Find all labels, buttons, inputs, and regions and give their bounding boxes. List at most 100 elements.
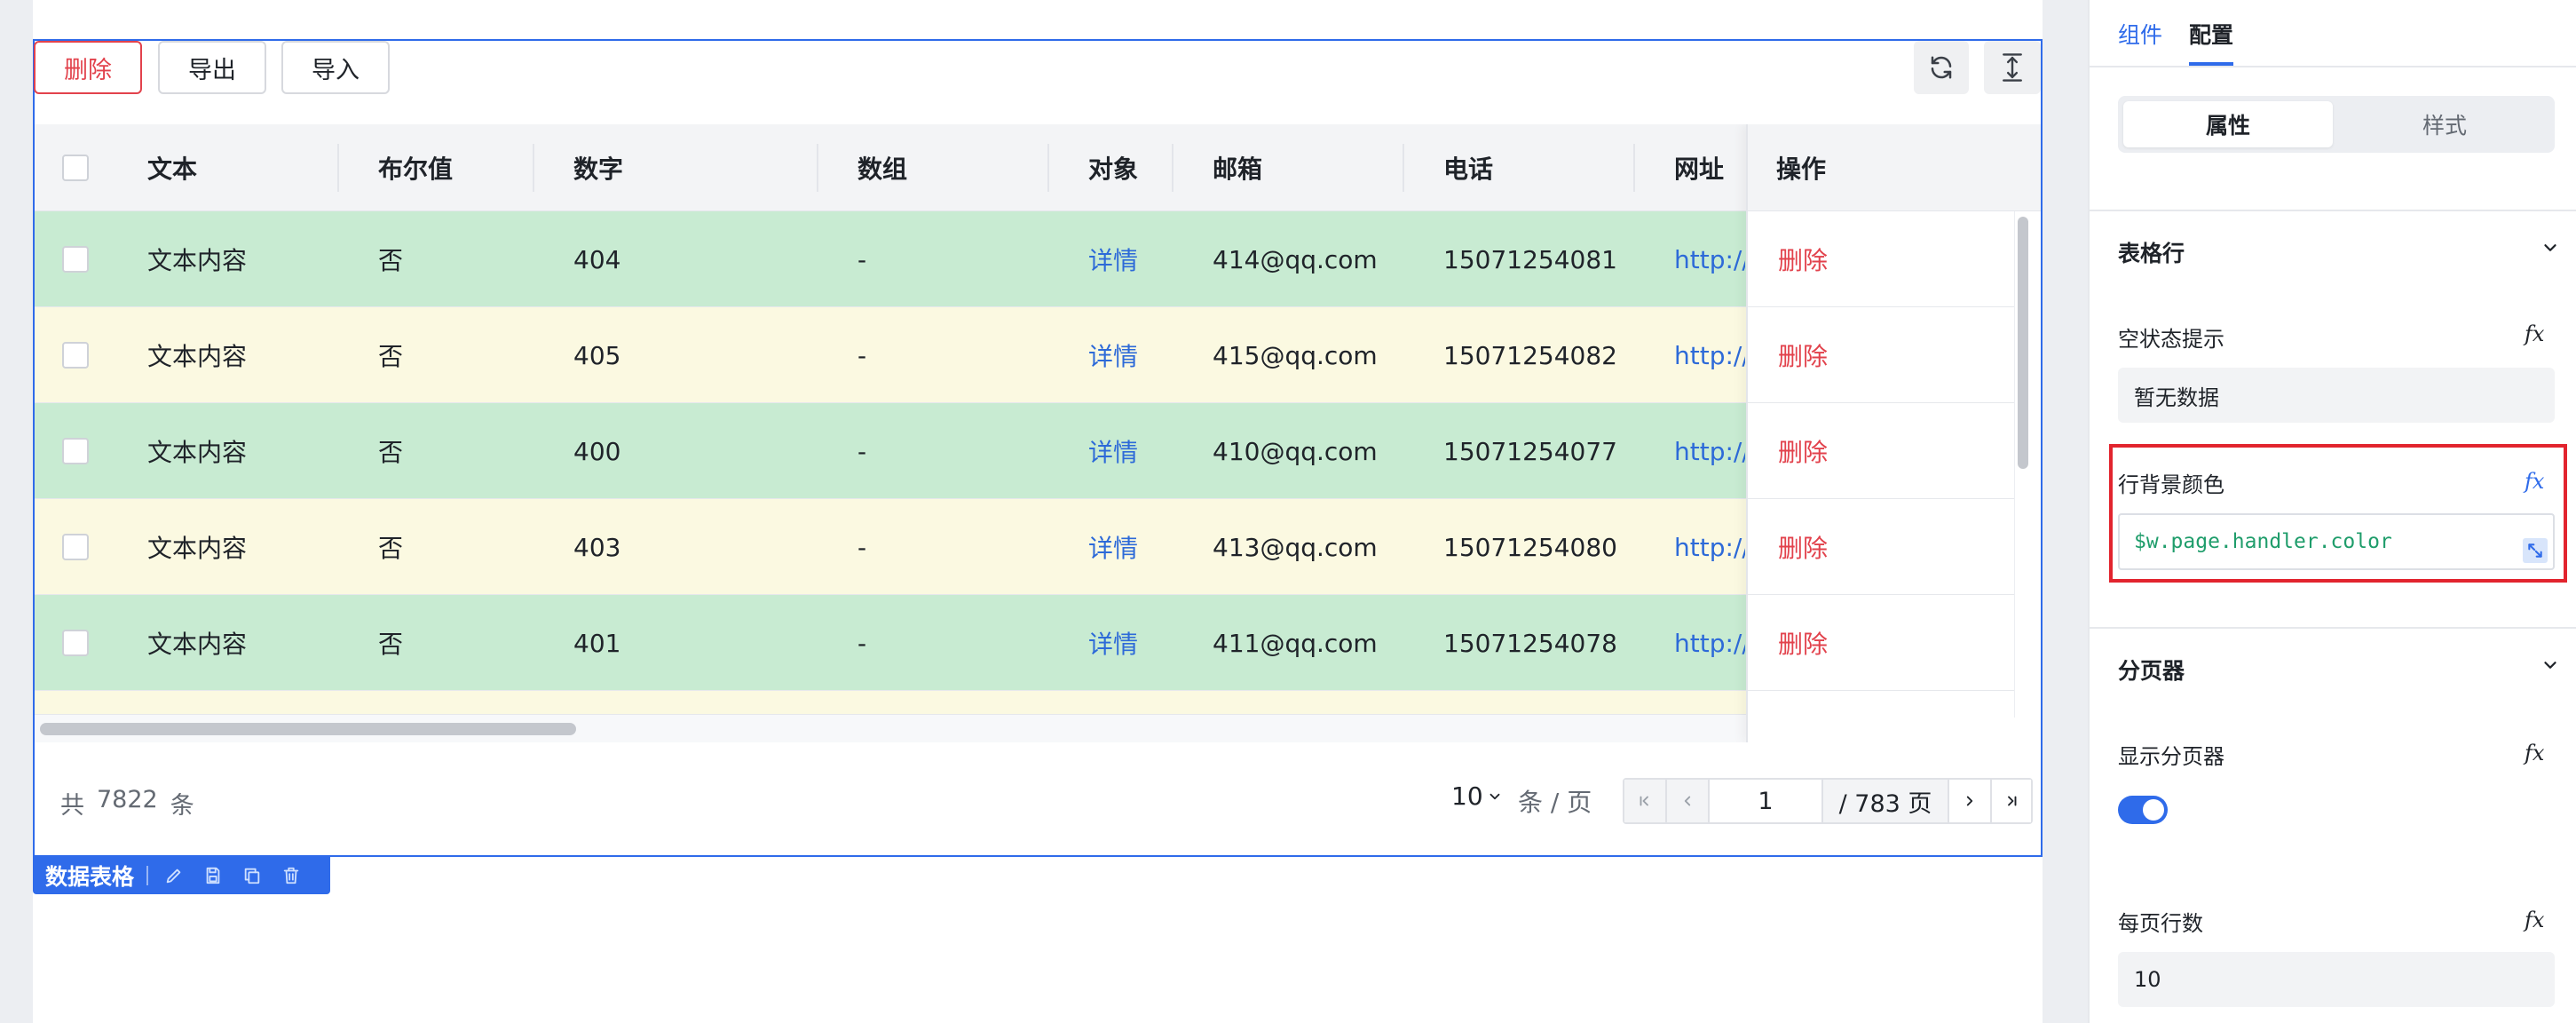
table-row[interactable]: 文本内容 否 401 - 详情 411@qq.com 15071254078 http://c: [35, 595, 2041, 691]
column-resizer[interactable]: [533, 144, 534, 192]
attribute-style-switch: 属性 样式: [2118, 96, 2555, 153]
section-title-table-row[interactable]: 表格行: [2118, 236, 2185, 268]
data-table: 文本 布尔值 数字 数组 对象 邮箱 电话 网址 文本内容否 404- 详情 414@…: [35, 124, 2041, 742]
table-row[interactable]: 文本内容 否 400 - 详情 410@qq.com 15071254077 http://c: [35, 403, 2041, 499]
cell-array: -: [857, 436, 867, 466]
fx-icon[interactable]: fx: [2525, 741, 2544, 765]
column-header-phone[interactable]: 电话: [1443, 124, 1493, 211]
column-resizer[interactable]: [337, 144, 339, 192]
last-page-button[interactable]: [1992, 780, 2031, 822]
cell-object-detail-link[interactable]: 详情: [1088, 211, 1138, 307]
table-row[interactable]: 文本内容 否 405 - 详情 415@qq.com 15071254082 http://c: [35, 307, 2041, 403]
row-height-button[interactable]: [1984, 41, 2041, 94]
column-resizer[interactable]: [1633, 144, 1635, 192]
copy-icon[interactable]: [239, 862, 265, 889]
row-delete-link[interactable]: 删除: [1748, 499, 2014, 595]
table-row[interactable]: 文本内容 否 404 - 详情 414@qq.com 15071254081 http://c: [35, 211, 2041, 307]
cell-object-detail-link[interactable]: 详情: [1088, 307, 1138, 403]
row-delete-link[interactable]: 删除: [1748, 211, 2014, 307]
column-resizer[interactable]: [1403, 144, 1404, 192]
show-pager-toggle[interactable]: [2118, 796, 2168, 824]
section-title-pagination[interactable]: 分页器: [2118, 654, 2185, 686]
page-size-unit: 条 / 页: [1518, 788, 1592, 817]
chevron-down-icon[interactable]: [2540, 238, 2560, 258]
chevron-down-icon: [1489, 793, 1500, 799]
column-header-bool[interactable]: 布尔值: [378, 124, 453, 211]
expand-editor-icon[interactable]: [2523, 538, 2548, 563]
row-checkbox[interactable]: [62, 534, 89, 560]
fx-icon[interactable]: fx: [2525, 321, 2544, 346]
component-tag: 数据表格: [33, 857, 330, 894]
fx-icon[interactable]: fx: [2525, 908, 2544, 932]
column-header-object[interactable]: 对象: [1088, 124, 1138, 211]
rows-per-page-input[interactable]: 10: [2118, 952, 2555, 1007]
cell-number: 400: [573, 436, 621, 466]
import-button[interactable]: 导入: [281, 41, 390, 94]
column-header-url[interactable]: 网址: [1674, 124, 1724, 211]
row-delete-link[interactable]: 删除: [1748, 307, 2014, 403]
prev-page-button[interactable]: [1667, 780, 1710, 822]
cell-array: -: [857, 532, 867, 562]
column-header-number[interactable]: 数字: [573, 124, 623, 211]
edit-icon[interactable]: [161, 862, 187, 889]
cell-url-link[interactable]: http://c: [1674, 499, 1745, 595]
section-divider: [2090, 627, 2576, 629]
cell-url-link[interactable]: http://c: [1674, 403, 1745, 499]
empty-hint-input[interactable]: 暂无数据: [2118, 368, 2555, 423]
section-divider: [2090, 210, 2576, 211]
row-delete-link[interactable]: 删除: [1748, 403, 2014, 499]
save-icon[interactable]: [200, 862, 226, 889]
row-delete-link[interactable]: 删除: [1748, 595, 2014, 691]
cell-text: 文本内容: [147, 630, 248, 659]
row-delete-link[interactable]: [1748, 691, 2014, 742]
refresh-button[interactable]: [1914, 41, 1969, 94]
page-size-select[interactable]: 10: [1451, 781, 1503, 811]
tab-config[interactable]: 配置: [2189, 18, 2233, 50]
operations-column: 操作 删除 删除 删除 删除 删除: [1746, 124, 2041, 742]
chevron-down-icon[interactable]: [2540, 655, 2560, 675]
cell-object-detail-link[interactable]: 详情: [1088, 499, 1138, 595]
select-all-checkbox[interactable]: [62, 155, 89, 181]
export-button[interactable]: 导出: [158, 41, 266, 94]
segment-attributes[interactable]: 属性: [2123, 101, 2333, 147]
cell-url-link[interactable]: http://c: [1674, 307, 1745, 403]
cell-number: 403: [573, 532, 621, 562]
current-page-input[interactable]: 1: [1710, 780, 1823, 822]
table-row[interactable]: 文本内容 否 403 - 详情 413@qq.com 15071254080 http://c: [35, 499, 2041, 595]
delete-button[interactable]: 删除: [34, 41, 142, 94]
fx-icon-active[interactable]: fx: [2525, 469, 2544, 494]
column-resizer[interactable]: [1172, 144, 1173, 192]
cell-array: -: [857, 628, 867, 658]
column-header-array[interactable]: 数组: [857, 124, 907, 211]
segment-style[interactable]: 样式: [2340, 101, 2549, 147]
row-bg-color-expression-input[interactable]: $w.page.handler.color: [2118, 513, 2555, 570]
cell-email: 414@qq.com: [1213, 244, 1378, 274]
vertical-scroll-thumb[interactable]: [2018, 217, 2028, 469]
column-resizer[interactable]: [1047, 144, 1049, 192]
cell-text: 文本内容: [147, 534, 248, 563]
row-checkbox[interactable]: [62, 438, 89, 464]
expression-text: $w.page.handler.color: [2134, 530, 2392, 553]
trash-icon[interactable]: [278, 862, 304, 889]
total-count: 7822: [97, 786, 158, 813]
row-checkbox[interactable]: [62, 246, 89, 273]
row-checkbox[interactable]: [62, 342, 89, 369]
first-page-button[interactable]: [1624, 780, 1667, 822]
cell-object-detail-link[interactable]: 详情: [1088, 595, 1138, 691]
horizontal-scroll-thumb[interactable]: [40, 723, 576, 735]
cell-url-link[interactable]: http://c: [1674, 595, 1745, 691]
column-header-text[interactable]: 文本: [147, 124, 197, 211]
chevron-left-icon: [1684, 796, 1691, 806]
next-page-button[interactable]: [1949, 780, 1992, 822]
cell-object-detail-link[interactable]: 详情: [1088, 403, 1138, 499]
column-header-operations: 操作: [1776, 155, 1827, 184]
cell-text: 文本内容: [147, 246, 248, 275]
column-header-email[interactable]: 邮箱: [1213, 124, 1262, 211]
cell-bool: 否: [378, 630, 404, 659]
cell-url-link[interactable]: http://c: [1674, 211, 1745, 307]
cell-phone: 15071254082: [1443, 340, 1617, 370]
column-resizer[interactable]: [817, 144, 818, 192]
tab-components[interactable]: 组件: [2118, 18, 2162, 50]
cell-email: 411@qq.com: [1213, 628, 1378, 658]
row-checkbox[interactable]: [62, 630, 89, 656]
